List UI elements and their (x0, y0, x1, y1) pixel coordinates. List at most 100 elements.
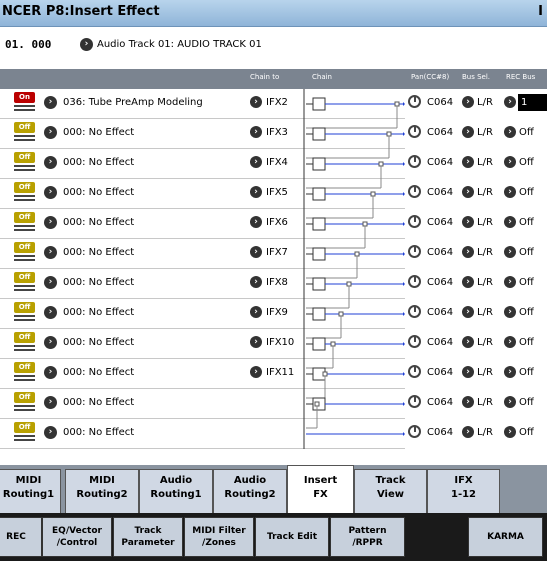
pan-knob-icon[interactable] (408, 95, 421, 108)
fx-name[interactable]: 000: No Effect (63, 127, 134, 138)
fx-select-arrow-icon[interactable]: › (44, 366, 57, 379)
arrow-icon: › (504, 246, 516, 258)
page-tab-trackedit[interactable]: Track Edit (255, 517, 329, 557)
ifx-onoff-button[interactable]: Off (14, 272, 35, 291)
pan-value[interactable]: C064 (427, 277, 453, 288)
pan-knob-icon[interactable] (408, 185, 421, 198)
chain-block (312, 97, 326, 111)
track-name[interactable]: Audio Track 01: AUDIO TRACK 01 (97, 39, 262, 50)
ifx-onoff-button[interactable]: Off (14, 242, 35, 261)
pan-value[interactable]: C064 (427, 397, 453, 408)
ifx-onoff-button[interactable]: Off (14, 122, 35, 141)
chain-node (322, 371, 328, 377)
pan-value[interactable]: C064 (427, 157, 453, 168)
ifx-onoff-button[interactable]: Off (14, 392, 35, 411)
pan-value[interactable]: C064 (427, 127, 453, 138)
tab-audio-routing1[interactable]: Audio Routing1 (139, 469, 213, 513)
tab-line2: FX (313, 489, 328, 500)
chain-node (394, 101, 400, 107)
page-tab-rec[interactable]: REC (0, 517, 42, 557)
pan-value[interactable]: C064 (427, 217, 453, 228)
fx-select-arrow-icon[interactable]: › (44, 96, 57, 109)
song-number[interactable]: 01. 000 (5, 38, 51, 51)
tab-line2: Routing1 (2, 489, 55, 500)
bus-value: L/R (477, 217, 493, 228)
fx-name[interactable]: 000: No Effect (63, 157, 134, 168)
tab-midi-routing2[interactable]: MIDI Routing2 (65, 469, 139, 513)
pan-knob-icon[interactable] (408, 365, 421, 378)
pan-value[interactable]: C064 (427, 307, 453, 318)
ifx-row: Off › 000: No Effect › IFX5 C064 › L/R ›… (0, 179, 547, 209)
page-tab-eqvector[interactable]: EQ/Vector/Control (42, 517, 112, 557)
chain-arrow (403, 102, 405, 106)
pan-knob-icon[interactable] (408, 335, 421, 348)
pan-knob-icon[interactable] (408, 125, 421, 138)
pan-knob-icon[interactable] (408, 215, 421, 228)
fx-select-arrow-icon[interactable]: › (44, 306, 57, 319)
page-tab-track[interactable]: Track Parameter (113, 517, 183, 557)
pan-value[interactable]: C064 (427, 367, 453, 378)
pan-value[interactable]: C064 (427, 427, 453, 438)
tab-line1: MIDI (89, 475, 115, 486)
page-tab-karma[interactable]: KARMA (468, 517, 543, 557)
tab-ifx-112[interactable]: IFX 1-12 (427, 469, 500, 513)
ifx-onoff-button[interactable]: Off (14, 332, 35, 351)
fx-select-arrow-icon[interactable]: › (44, 156, 57, 169)
tab-track-view[interactable]: Track View (354, 469, 427, 513)
ifx-onoff-button[interactable]: Off (14, 152, 35, 171)
pan-value[interactable]: C064 (427, 247, 453, 258)
ifx-onoff-button[interactable]: Off (14, 212, 35, 231)
pan-knob-icon[interactable] (408, 155, 421, 168)
ifx-onoff-button[interactable]: Off (14, 182, 35, 201)
tab-audio-routing2[interactable]: Audio Routing2 (213, 469, 287, 513)
onoff-base (14, 195, 35, 197)
fx-name[interactable]: 000: No Effect (63, 307, 134, 318)
fx-select-arrow-icon[interactable]: › (44, 186, 57, 199)
onoff-base (14, 255, 35, 257)
ifx-onoff-button[interactable]: On (14, 92, 35, 111)
fx-select-arrow-icon[interactable]: › (44, 426, 57, 439)
ifx-onoff-button[interactable]: Off (14, 302, 35, 321)
fx-select-arrow-icon[interactable]: › (44, 126, 57, 139)
tab-insert-fx[interactable]: Insert FX (287, 465, 354, 513)
arrow-icon: › (462, 216, 474, 228)
pan-value[interactable]: C064 (427, 187, 453, 198)
arrow-icon: › (504, 426, 516, 438)
pan-knob-icon[interactable] (408, 245, 421, 258)
fx-name[interactable]: 000: No Effect (63, 217, 134, 228)
page-tab-midifilter[interactable]: MIDI Filter/Zones (184, 517, 254, 557)
onoff-base (14, 405, 35, 407)
chain-node (370, 191, 376, 197)
onoff-label: Off (14, 302, 35, 313)
tab-bar-bottom: REC EQ/Vector/Control Track Parameter MIDI F… (0, 513, 547, 561)
fx-name[interactable]: 000: No Effect (63, 427, 134, 438)
pan-knob-icon[interactable] (408, 395, 421, 408)
fx-name[interactable]: 000: No Effect (63, 277, 134, 288)
arrow-icon: › (504, 366, 516, 378)
ifx-onoff-button[interactable]: Off (14, 422, 35, 441)
fx-name[interactable]: 000: No Effect (63, 187, 134, 198)
pan-value[interactable]: C064 (427, 97, 453, 108)
fx-name[interactable]: 000: No Effect (63, 367, 134, 378)
ifx-onoff-button[interactable]: Off (14, 362, 35, 381)
tab-midi-routing1[interactable]: MIDI Routing1 (0, 469, 61, 513)
fx-select-arrow-icon[interactable]: › (44, 336, 57, 349)
track-select-arrow-icon[interactable]: › (80, 38, 93, 51)
fx-select-arrow-icon[interactable]: › (44, 216, 57, 229)
fx-name[interactable]: 036: Tube PreAmp Modeling (63, 97, 203, 108)
fx-name[interactable]: 000: No Effect (63, 247, 134, 258)
arrow-icon: › (462, 156, 474, 168)
pan-knob-icon[interactable] (408, 305, 421, 318)
pan-knob-icon[interactable] (408, 275, 421, 288)
pan-value[interactable]: C064 (427, 337, 453, 348)
pan-knob-icon[interactable] (408, 425, 421, 438)
arrow-icon: › (504, 156, 516, 168)
onoff-label: Off (14, 332, 35, 343)
fx-select-arrow-icon[interactable]: › (44, 276, 57, 289)
fx-name[interactable]: 000: No Effect (63, 337, 134, 348)
page-tab-pattern[interactable]: Pattern/RPPR (330, 517, 405, 557)
fx-select-arrow-icon[interactable]: › (44, 396, 57, 409)
tab-line1: Track Edit (266, 532, 318, 542)
fx-select-arrow-icon[interactable]: › (44, 246, 57, 259)
fx-name[interactable]: 000: No Effect (63, 397, 134, 408)
